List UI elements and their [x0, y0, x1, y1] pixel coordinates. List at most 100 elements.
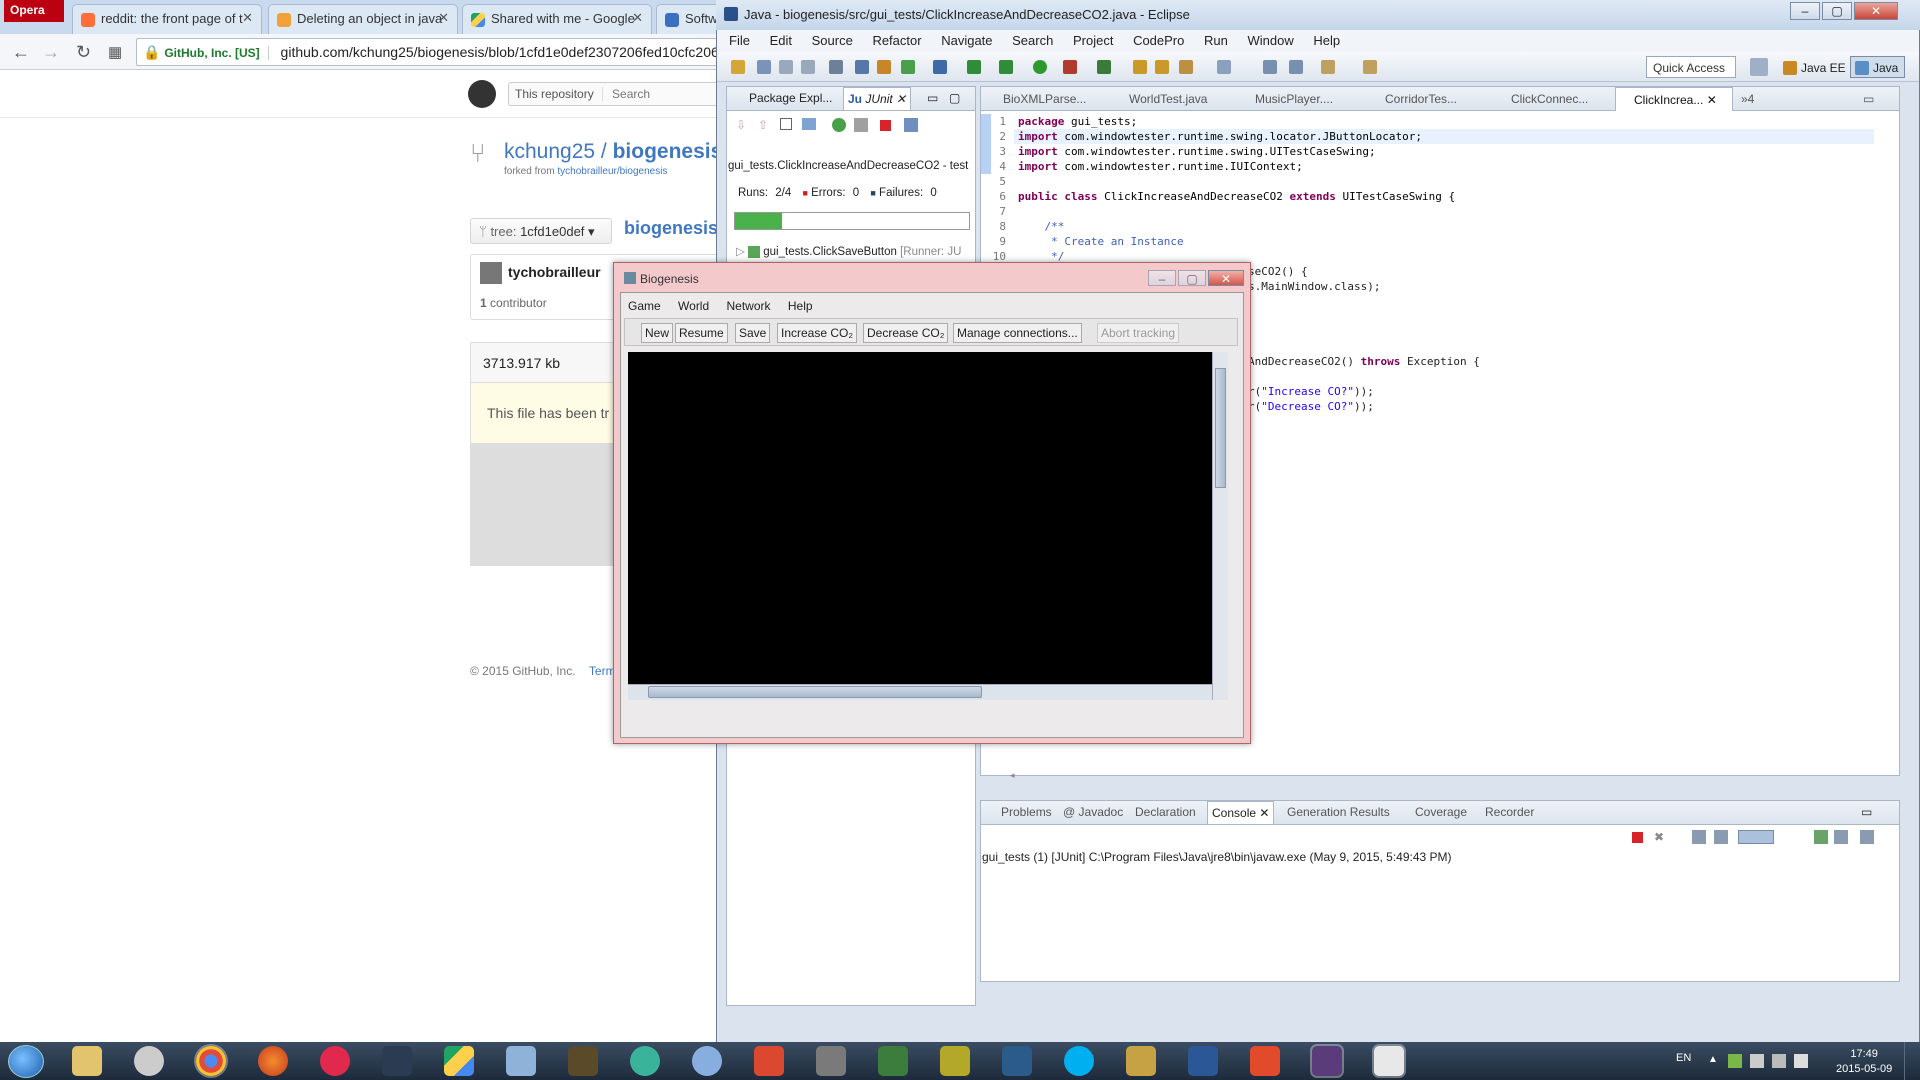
scroll-thumb[interactable] [648, 686, 982, 698]
browser-tab-drive[interactable]: Shared with me - Google ✕ [462, 4, 652, 34]
tab-junit[interactable]: Ju JUnit ✕ [843, 87, 912, 110]
quick-access-input[interactable]: Quick Access [1646, 56, 1736, 78]
maximize-view-icon[interactable]: ▢ [949, 91, 960, 105]
java-icon[interactable] [1374, 1046, 1404, 1076]
ev-certificate-badge[interactable]: GitHub, Inc. [US] [164, 46, 269, 60]
menu-help[interactable]: Help [788, 299, 813, 313]
minimize-view-icon[interactable]: ▭ [1859, 87, 1874, 111]
league-icon[interactable] [1126, 1046, 1156, 1076]
tab-musicplayer[interactable]: MusicPlayer.... [1237, 87, 1361, 111]
settings-icon[interactable] [816, 1046, 846, 1076]
forward-nav-icon[interactable] [1363, 60, 1377, 74]
menu-world[interactable]: World [678, 299, 709, 313]
drive-sync-icon[interactable] [1728, 1054, 1742, 1068]
show-whitespace-icon[interactable] [1289, 60, 1303, 74]
tab-corridortes[interactable]: CorridorTes... [1367, 87, 1489, 111]
save-button[interactable]: Save [735, 323, 771, 343]
search-tool-icon[interactable] [1179, 60, 1193, 74]
open-perspective-icon[interactable] [1750, 58, 1768, 76]
menu-search[interactable]: Search [1012, 33, 1053, 48]
github-search-input[interactable]: This repository Search [508, 82, 723, 106]
debug-icon[interactable] [999, 60, 1013, 74]
tab-overflow[interactable]: »4 [1737, 87, 1754, 111]
refresh-icon[interactable] [901, 60, 915, 74]
menu-edit[interactable]: Edit [770, 33, 792, 48]
start-button[interactable] [8, 1045, 44, 1078]
menu-codepro[interactable]: CodePro [1133, 33, 1184, 48]
security-icon[interactable] [878, 1046, 908, 1076]
minimize-button[interactable]: – [1790, 2, 1820, 20]
new-button[interactable]: New [641, 323, 674, 343]
new-package-icon[interactable] [1133, 60, 1147, 74]
scroll-thumb[interactable] [1215, 368, 1226, 488]
close-window-button[interactable]: ✕ [1854, 2, 1898, 20]
flag-icon[interactable] [1772, 1054, 1786, 1068]
rerun-failed-icon[interactable] [854, 118, 868, 132]
opera-taskbar-logo[interactable]: Opera [4, 0, 64, 22]
tab-declaration[interactable]: Declaration [1135, 805, 1196, 819]
visual-studio-icon[interactable] [1002, 1046, 1032, 1076]
prev-failure-icon[interactable]: ⇧ [758, 118, 768, 132]
close-icon[interactable]: ✕ [242, 10, 253, 26]
itunes-icon[interactable] [320, 1046, 350, 1076]
maximize-button[interactable]: ▢ [1822, 2, 1852, 20]
address-bar[interactable]: 🔒 GitHub, Inc. [US] github.com/kchung25/… [136, 38, 726, 66]
browser-tab-reddit[interactable]: reddit: the front page of t ✕ [72, 4, 262, 34]
abort-tracking-button[interactable]: Abort tracking [1097, 323, 1180, 343]
world-canvas[interactable] [628, 352, 1212, 684]
tab-javadoc[interactable]: @ Javadoc [1063, 805, 1123, 819]
chrome-icon[interactable] [196, 1046, 226, 1076]
finder-icon[interactable] [692, 1046, 722, 1076]
perspective-java-ee[interactable]: Java EE [1778, 56, 1853, 78]
google-drive-icon[interactable] [444, 1046, 474, 1076]
build-icon[interactable] [877, 60, 891, 74]
external-tools-icon[interactable] [1063, 60, 1077, 74]
rerun-icon[interactable] [832, 118, 846, 132]
menu-file[interactable]: File [729, 33, 750, 48]
browser-tab-java[interactable]: Deleting an object in java ✕ [268, 4, 458, 34]
history-icon[interactable] [904, 118, 918, 132]
toggle-mark-icon[interactable] [1263, 60, 1277, 74]
steam-icon[interactable] [382, 1046, 412, 1076]
close-icon[interactable]: ✕ [1259, 806, 1269, 820]
menu-window[interactable]: Window [1247, 33, 1293, 48]
show-desktop-button[interactable] [1904, 1042, 1920, 1080]
expand-arrow-icon[interactable]: ▷ [736, 246, 745, 258]
run-icon[interactable] [1033, 60, 1047, 74]
opera-icon[interactable] [134, 1046, 164, 1076]
run-config-icon[interactable] [1097, 60, 1111, 74]
pin-console-icon[interactable] [1814, 830, 1828, 844]
annotation-icon[interactable] [1217, 60, 1231, 74]
tab-coverage[interactable]: Coverage [1415, 805, 1467, 819]
breadcrumb-root[interactable]: biogenesis [624, 218, 718, 239]
reload-icon[interactable]: ↻ [76, 42, 91, 63]
menu-run[interactable]: Run [1204, 33, 1228, 48]
github-octocat-icon[interactable] [468, 80, 496, 108]
stop-icon[interactable] [880, 120, 891, 131]
explorer-icon[interactable] [72, 1046, 102, 1076]
commit-author[interactable]: tychobrailleur [508, 264, 601, 280]
close-window-button[interactable]: ✕ [1208, 270, 1244, 286]
volume-icon[interactable] [1794, 1054, 1808, 1068]
next-failure-icon[interactable]: ⇩ [736, 118, 746, 132]
scroll-lock-icon[interactable] [802, 118, 816, 130]
maximize-button[interactable]: ▢ [1178, 270, 1206, 286]
terminate-icon[interactable] [1632, 832, 1643, 843]
editor-hscroll[interactable]: ◂ [1010, 770, 1870, 780]
virtualbox-icon[interactable] [506, 1046, 536, 1076]
tab-package-explorer[interactable]: Package Expl... [749, 91, 832, 105]
branch-selector-button[interactable]: ᛘ tree: 1cfd1e0def ▾ [470, 218, 612, 244]
tab-problems[interactable]: Problems [1001, 805, 1052, 819]
perspective-java[interactable]: Java [1850, 56, 1906, 78]
close-icon[interactable]: ✕ [438, 10, 449, 26]
scroll-lock-icon[interactable] [1714, 830, 1728, 844]
apps-grid-icon[interactable]: ▦ [108, 43, 122, 61]
repo-name-link[interactable]: biogenesis [613, 140, 723, 163]
save-icon[interactable] [757, 60, 771, 74]
show-hidden-icons-icon[interactable]: ▲ [1708, 1054, 1722, 1068]
back-arrow-icon[interactable]: ← [12, 42, 30, 63]
monitor-icon[interactable] [940, 1046, 970, 1076]
close-icon[interactable]: ✕ [1707, 93, 1717, 107]
fork-source-link[interactable]: tychobrailleur/biogenesis [557, 166, 667, 177]
forward-arrow-icon[interactable]: → [42, 42, 60, 63]
